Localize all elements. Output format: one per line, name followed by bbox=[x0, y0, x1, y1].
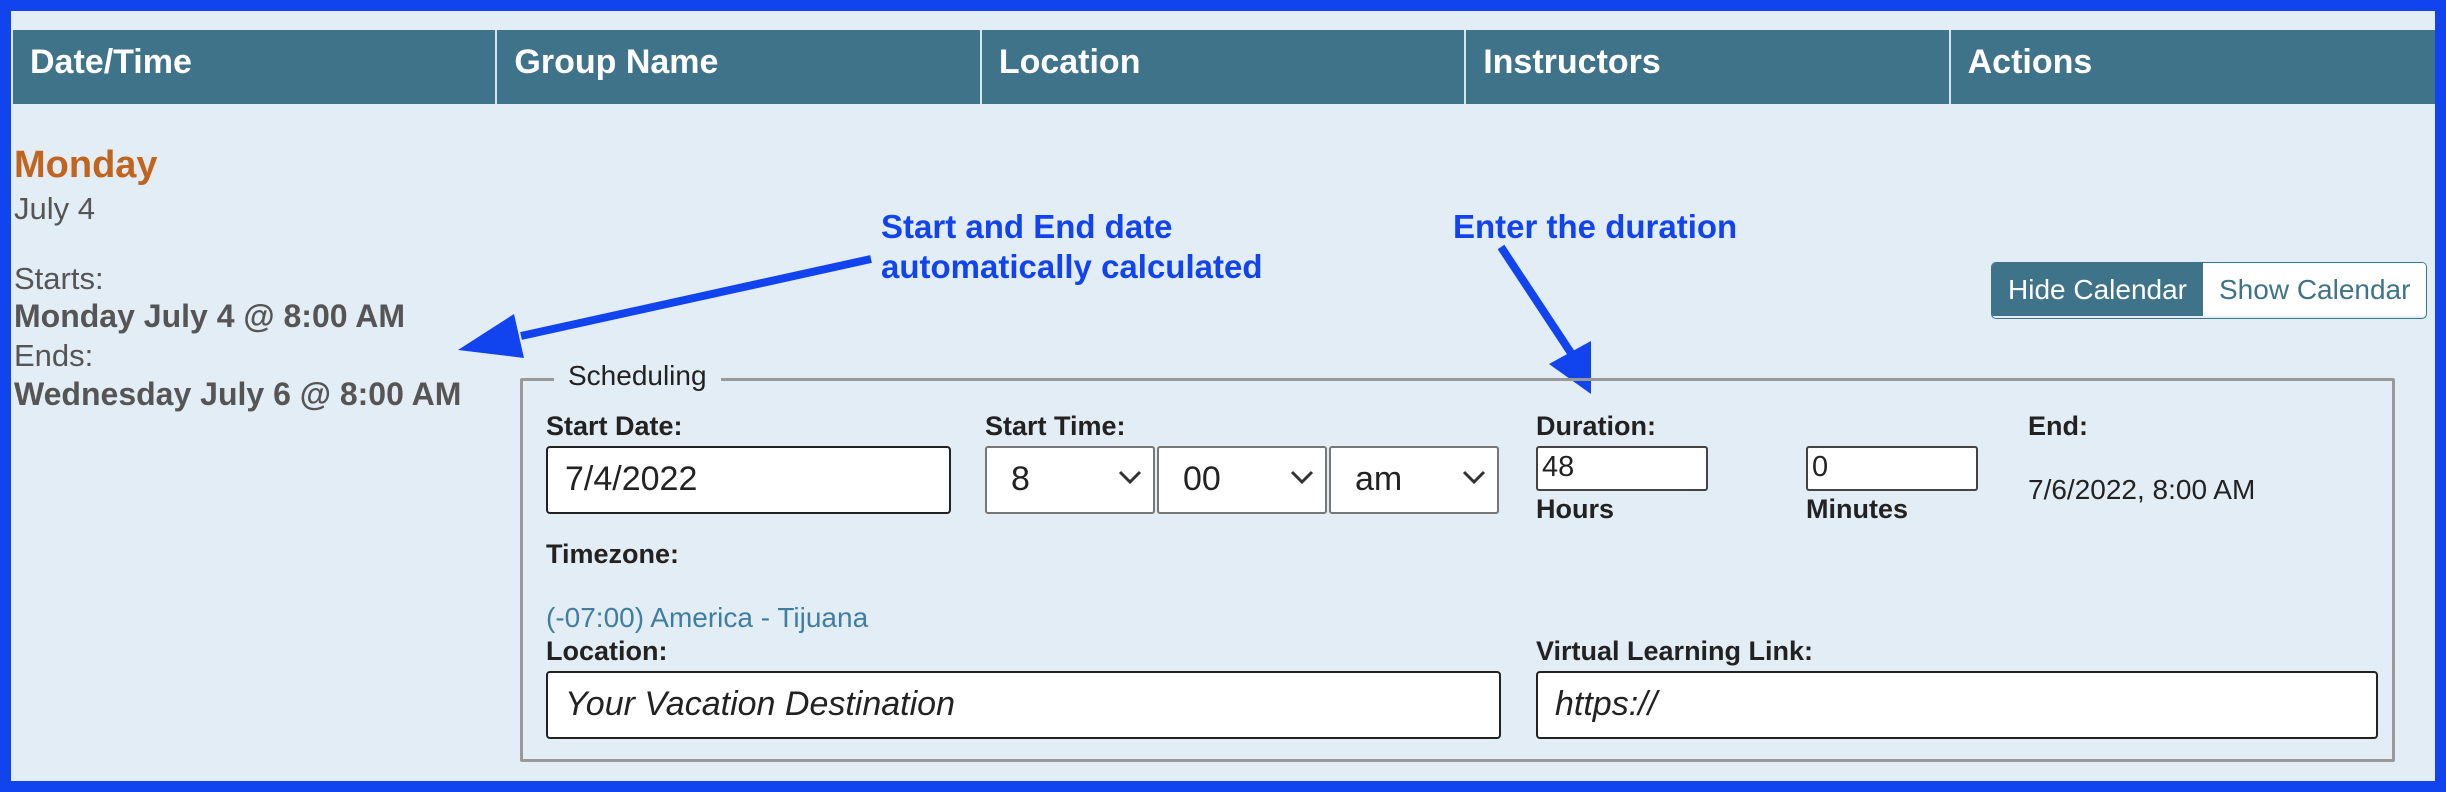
session-panel: Date/Time Group Name Location Instructor… bbox=[11, 11, 2435, 781]
duration-minutes-input[interactable]: 0 bbox=[1806, 446, 1978, 491]
ends-value: Wednesday July 6 @ 8:00 AM bbox=[14, 376, 462, 412]
annotation-dates-note: Start and End date automatically calcula… bbox=[881, 208, 1263, 285]
session-day: Monday bbox=[14, 144, 158, 186]
table-header: Date/Time Group Name Location Instructor… bbox=[13, 30, 2435, 104]
hour-select[interactable]: 8 bbox=[985, 446, 1155, 514]
calendar-toggle: Hide Calendar Show Calendar bbox=[1991, 262, 2428, 319]
ends-label: Ends: bbox=[14, 338, 94, 373]
timezone-link[interactable]: (-07:00) America - Tijuana bbox=[546, 602, 868, 634]
start-date-label: Start Date: bbox=[546, 411, 683, 441]
ampm-value: am bbox=[1355, 460, 1403, 498]
scheduling-legend: Scheduling bbox=[554, 360, 721, 392]
virtual-link-label: Virtual Learning Link: bbox=[1536, 636, 1814, 666]
end-label: End: bbox=[2028, 411, 2088, 441]
minute-select[interactable]: 00 bbox=[1157, 446, 1327, 514]
start-date-input[interactable]: 7/4/2022 bbox=[546, 446, 951, 514]
starts-value: Monday July 4 @ 8:00 AM bbox=[14, 298, 405, 334]
column-header-datetime: Date/Time bbox=[13, 30, 498, 104]
end-value: 7/6/2022, 8:00 AM bbox=[2028, 474, 2256, 505]
arrow-to-dates bbox=[458, 255, 872, 358]
chevron-down-icon bbox=[1462, 470, 1486, 485]
ampm-select[interactable]: am bbox=[1329, 446, 1499, 514]
show-calendar-button[interactable]: Show Calendar bbox=[2203, 263, 2427, 316]
column-header-instructors: Instructors bbox=[1466, 30, 1951, 104]
arrow-to-duration bbox=[1497, 244, 1591, 394]
virtual-link-input[interactable]: https:// bbox=[1536, 671, 2378, 739]
column-header-actions: Actions bbox=[1967, 43, 2093, 81]
location-input[interactable]: Your Vacation Destination bbox=[546, 671, 1501, 739]
duration-hours-input[interactable]: 48 bbox=[1536, 446, 1708, 491]
minute-value: 00 bbox=[1183, 460, 1221, 498]
hour-value: 8 bbox=[1011, 460, 1030, 498]
starts-label: Starts: bbox=[14, 261, 104, 296]
chevron-down-icon bbox=[1118, 470, 1142, 485]
timezone-label: Timezone: bbox=[546, 539, 680, 569]
hours-label: Hours bbox=[1536, 494, 1615, 524]
chevron-down-icon bbox=[1290, 470, 1314, 485]
session-date: July 4 bbox=[14, 191, 95, 226]
hide-calendar-button[interactable]: Hide Calendar bbox=[1992, 263, 2203, 316]
minutes-label: Minutes bbox=[1806, 494, 1909, 524]
location-label: Location: bbox=[546, 636, 668, 666]
start-time-label: Start Time: bbox=[985, 411, 1126, 441]
column-header-group-name: Group Name bbox=[497, 30, 982, 104]
column-header-location: Location bbox=[982, 30, 1467, 104]
duration-label: Duration: bbox=[1536, 411, 1656, 441]
annotation-duration-note: Enter the duration bbox=[1453, 208, 1738, 245]
